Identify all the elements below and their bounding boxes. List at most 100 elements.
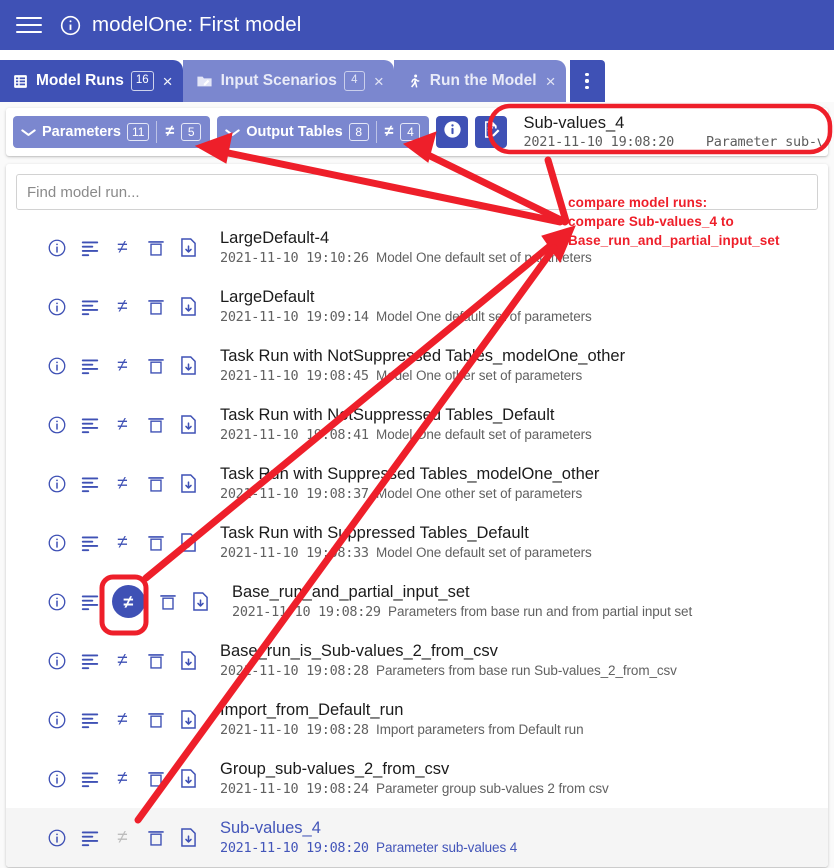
tab-input-scenarios[interactable]: Input Scenarios 4 × <box>182 60 394 102</box>
text-lines-icon[interactable] <box>79 473 100 494</box>
output-tables-pill[interactable]: Output Tables 8 ≠ 4 <box>217 116 430 148</box>
table-row[interactable]: ≠ Task Run with Suppressed Tables_Default… <box>6 513 828 572</box>
close-icon[interactable]: × <box>546 73 556 90</box>
info-circle-icon[interactable] <box>46 473 67 494</box>
table-row[interactable]: ≠ LargeDefault 2021-11-10 19:09:14 Model O… <box>6 277 828 336</box>
text-lines-icon[interactable] <box>79 709 100 730</box>
trash-icon[interactable] <box>145 650 166 671</box>
text-lines-icon[interactable] <box>79 768 100 789</box>
text-lines-icon[interactable] <box>79 237 100 258</box>
not-equal-icon[interactable]: ≠ <box>112 237 133 258</box>
close-icon[interactable]: × <box>163 73 173 90</box>
run-meta: 2021-11-10 19:08:29 Parameters from base… <box>232 604 820 620</box>
hamburger-icon[interactable] <box>16 15 42 35</box>
close-icon[interactable]: × <box>374 73 384 90</box>
info-circle-icon[interactable] <box>46 709 67 730</box>
run-description: Parameter group sub-values 2 from csv <box>376 781 609 797</box>
file-download-icon[interactable] <box>178 709 199 730</box>
table-row[interactable]: ≠ Import_from_Default_run 2021-11-10 19:08… <box>6 690 828 749</box>
file-download-icon[interactable] <box>178 296 199 317</box>
info-circle-icon[interactable] <box>46 532 67 553</box>
info-circle-icon[interactable] <box>46 296 67 317</box>
table-row[interactable]: ≠ LargeDefault-4 2021-11-10 19:10:26 Model… <box>6 218 828 277</box>
trash-icon[interactable] <box>145 827 166 848</box>
run-description: Model One other set of parameters <box>376 368 583 384</box>
trash-icon[interactable] <box>145 296 166 317</box>
not-equal-icon[interactable]: ≠ <box>112 768 133 789</box>
not-equal-icon[interactable]: ≠ <box>112 414 133 435</box>
text-lines-icon[interactable] <box>79 414 100 435</box>
text-lines-icon[interactable] <box>79 532 100 553</box>
info-circle-icon[interactable] <box>46 768 67 789</box>
search-input[interactable] <box>16 174 818 210</box>
trash-icon[interactable] <box>145 709 166 730</box>
table-row[interactable]: ≠ Sub-values_4 2021-11-10 19:08:20 Paramet… <box>6 808 828 867</box>
not-equal-icon[interactable]: ≠ <box>112 355 133 376</box>
row-text: Group_sub-values_2_from_csv 2021-11-10 19… <box>220 760 820 798</box>
info-circle-icon[interactable] <box>46 650 67 671</box>
info-circle-icon[interactable] <box>46 414 67 435</box>
file-download-icon[interactable] <box>178 355 199 376</box>
table-row[interactable]: ≠ Base_run_is_Sub-values_2_from_csv 2021-1… <box>6 631 828 690</box>
file-download-icon[interactable] <box>178 237 199 258</box>
not-equal-icon[interactable]: ≠ <box>112 709 133 730</box>
text-lines-icon[interactable] <box>79 827 100 848</box>
row-actions: ≠ <box>46 414 199 435</box>
not-equal-icon[interactable]: ≠ <box>112 827 133 848</box>
info-circle-icon[interactable] <box>46 827 67 848</box>
not-equal-icon[interactable]: ≠ <box>112 532 133 553</box>
run-info-button[interactable] <box>436 116 469 148</box>
parameters-pill[interactable]: Parameters 11 ≠ 5 <box>13 116 211 148</box>
tab-model-runs[interactable]: Model Runs 16 × <box>0 60 183 102</box>
app-header: modelOne: First model <box>0 0 834 50</box>
file-download-icon[interactable] <box>178 650 199 671</box>
more-vertical-icon[interactable] <box>569 60 605 102</box>
run-description: Model One default set of parameters <box>376 309 592 325</box>
row-text: Task Run with Suppressed Tables_Default 2… <box>220 524 820 562</box>
info-circle-icon[interactable] <box>46 355 67 376</box>
text-lines-icon[interactable] <box>79 591 100 612</box>
table-row[interactable]: ≠ Task Run with NotSuppressed Tables_mode… <box>6 336 828 395</box>
row-text: LargeDefault-4 2021-11-10 19:10:26 Model … <box>220 229 820 267</box>
not-equal-icon[interactable]: ≠ <box>112 585 145 618</box>
text-lines-icon[interactable] <box>79 650 100 671</box>
not-equal-icon: ≠ <box>165 123 175 140</box>
table-row[interactable]: ≠ Task Run with Suppressed Tables_modelOn… <box>6 454 828 513</box>
chevron-down-icon <box>20 125 36 140</box>
not-equal-icon[interactable]: ≠ <box>112 473 133 494</box>
tab-run-the-model[interactable]: Run the Model × <box>393 60 566 102</box>
table-row[interactable]: ≠ Base_run_and_partial_input_set 2021-11-1… <box>6 572 828 631</box>
trash-icon[interactable] <box>145 473 166 494</box>
file-download-icon[interactable] <box>178 827 199 848</box>
info-circle-icon[interactable] <box>46 237 67 258</box>
trash-icon[interactable] <box>145 237 166 258</box>
not-equal-icon[interactable]: ≠ <box>112 296 133 317</box>
not-equal-icon[interactable]: ≠ <box>112 650 133 671</box>
trash-icon[interactable] <box>145 768 166 789</box>
info-circle-icon[interactable] <box>58 13 82 37</box>
tab-label: Run the Model <box>429 72 537 89</box>
text-lines-icon[interactable] <box>79 296 100 317</box>
trash-icon[interactable] <box>145 355 166 376</box>
info-circle-icon[interactable] <box>46 591 67 612</box>
trash-icon[interactable] <box>157 591 178 612</box>
run-name: LargeDefault <box>220 287 315 306</box>
row-actions: ≠ <box>46 473 199 494</box>
file-download-icon[interactable] <box>178 414 199 435</box>
run-name: Task Run with NotSuppressed Tables_model… <box>220 346 626 365</box>
run-timestamp: 2021-11-10 19:08:29 <box>232 604 381 621</box>
trash-icon[interactable] <box>145 414 166 435</box>
file-download-icon[interactable] <box>178 532 199 553</box>
table-row[interactable]: ≠ Task Run with NotSuppressed Tables_Defa… <box>6 395 828 454</box>
file-download-icon[interactable] <box>178 768 199 789</box>
tab-badge: 4 <box>343 71 365 91</box>
row-text: LargeDefault 2021-11-10 19:09:14 Model On… <box>220 288 820 326</box>
run-note-button[interactable] <box>475 116 508 148</box>
run-timestamp: 2021-11-10 19:10:26 <box>220 250 369 267</box>
run-meta: 2021-11-10 19:10:26 Model One default se… <box>220 250 820 266</box>
trash-icon[interactable] <box>145 532 166 553</box>
file-download-icon[interactable] <box>178 473 199 494</box>
file-download-icon[interactable] <box>190 591 211 612</box>
table-row[interactable]: ≠ Group_sub-values_2_from_csv 2021-11-10 1… <box>6 749 828 808</box>
text-lines-icon[interactable] <box>79 355 100 376</box>
